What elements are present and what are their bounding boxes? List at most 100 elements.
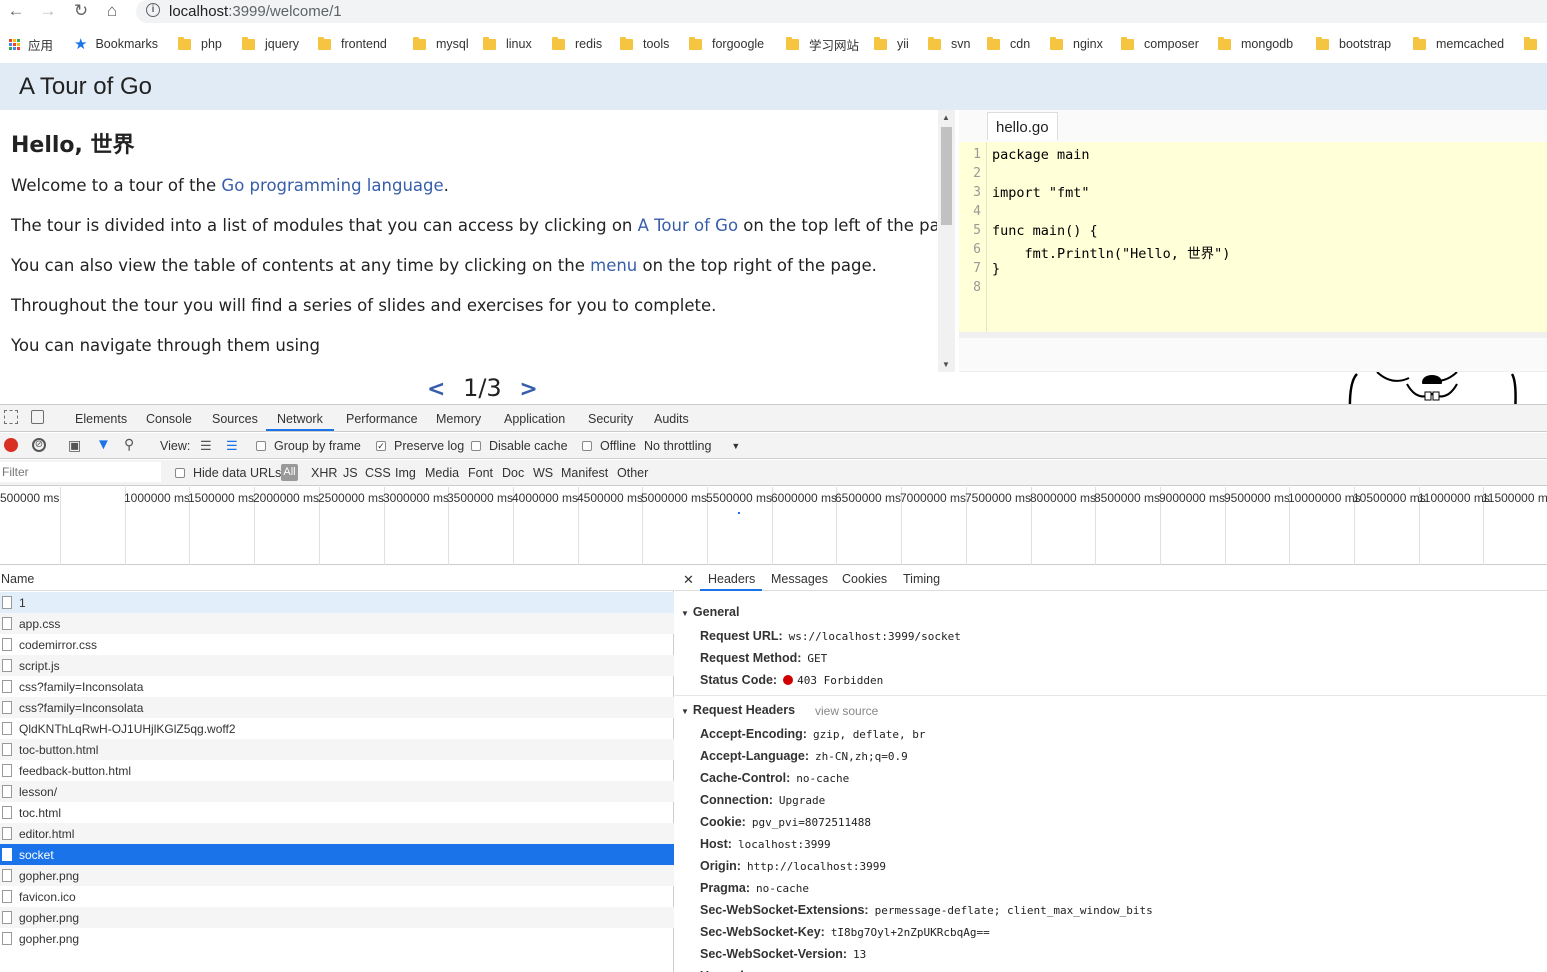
device-toolbar-icon[interactable] [31, 410, 44, 424]
network-overview-timeline[interactable]: 500000 ms 1000000 ms 1500000 ms 2000000 ms 2… [0, 487, 1547, 565]
tab-performance[interactable]: Performance [346, 412, 418, 426]
bookmark-item[interactable]: mysql [413, 35, 469, 53]
view-source-link[interactable]: view source [815, 704, 878, 718]
site-info-icon[interactable]: i [146, 3, 160, 17]
tab-network[interactable]: Network [277, 412, 323, 426]
hide-data-urls-checkbox[interactable]: Hide data URLs [175, 466, 281, 480]
request-row[interactable]: toc.html [0, 802, 674, 823]
bookmark-item[interactable]: svn [928, 35, 970, 53]
general-section-toggle[interactable]: ▼ General [681, 605, 739, 619]
request-row[interactable]: gopher.png [0, 865, 674, 886]
request-row[interactable]: QldKNThLqRwH-OJ1UHjlKGlZ5qg.woff2 [0, 718, 674, 739]
scroll-up-icon[interactable]: ▲ [942, 113, 950, 122]
request-row[interactable]: gopher.png [0, 907, 674, 928]
tab-security[interactable]: Security [588, 412, 633, 426]
request-row[interactable]: feedback-button.html [0, 760, 674, 781]
forward-icon[interactable]: → [37, 0, 59, 22]
filter-type-manifest[interactable]: Manifest [561, 466, 608, 480]
bookmark-item[interactable]: 学习网站 [786, 35, 859, 53]
request-headers-section-toggle[interactable]: ▼ Request Headers [681, 703, 795, 717]
menu-link[interactable]: menu [590, 256, 637, 275]
details-tab-messages[interactable]: Messages [771, 572, 828, 586]
reload-icon[interactable]: ↻ [70, 0, 92, 22]
bookmark-item[interactable]: memcached [1413, 35, 1504, 53]
home-icon[interactable]: ⌂ [101, 0, 123, 22]
filter-type-other[interactable]: Other [617, 466, 648, 480]
tab-console[interactable]: Console [146, 412, 192, 426]
request-row[interactable]: socket [0, 844, 674, 865]
bookmark-item[interactable]: frontend [318, 35, 387, 53]
record-icon[interactable] [4, 438, 18, 452]
filter-icon[interactable]: ▼ [96, 436, 111, 453]
bookmark-item[interactable]: yii [874, 35, 909, 53]
waterfall-view-icon[interactable]: ☰ [226, 438, 238, 454]
back-icon[interactable]: ← [5, 0, 27, 22]
details-tab-headers[interactable]: Headers [708, 572, 755, 586]
throttling-select[interactable]: No throttling ▼ [644, 439, 740, 453]
request-row[interactable]: 1 [0, 592, 674, 613]
file-tab[interactable]: hello.go [987, 112, 1058, 140]
request-row[interactable]: gopher.png [0, 928, 674, 949]
request-row[interactable]: lesson/ [0, 781, 674, 802]
filter-type-img[interactable]: Img [395, 466, 416, 480]
bookmark-item[interactable]: cdn [987, 35, 1030, 53]
next-slide-button[interactable]: > [519, 377, 537, 402]
filter-type-xhr[interactable]: XHR [311, 466, 337, 480]
scrollbar-thumb[interactable] [941, 127, 952, 225]
list-view-icon[interactable]: ☰ [200, 438, 212, 454]
filter-type-font[interactable]: Font [468, 466, 493, 480]
filter-type-ws[interactable]: WS [533, 466, 553, 480]
request-row[interactable]: css?family=Inconsolata [0, 697, 674, 718]
code-area[interactable]: 1 2 3 4 5 6 7 8 package main import "fmt" func ma… [959, 142, 1547, 332]
group-by-frame-checkbox[interactable]: Group by frame [256, 439, 361, 453]
request-row[interactable]: script.js [0, 655, 674, 676]
address-bar[interactable]: i localhost:3999/welcome/1 [136, 0, 1547, 23]
tab-memory[interactable]: Memory [436, 412, 481, 426]
request-row[interactable]: app.css [0, 613, 674, 634]
tab-sources[interactable]: Sources [212, 412, 258, 426]
tab-audits[interactable]: Audits [654, 412, 689, 426]
go-language-link[interactable]: Go programming language [221, 176, 443, 195]
details-tab-cookies[interactable]: Cookies [842, 572, 887, 586]
request-row[interactable]: favicon.ico [0, 886, 674, 907]
filter-type-doc[interactable]: Doc [502, 466, 524, 480]
bookmark-item[interactable]: mongodb [1218, 35, 1293, 53]
bookmark-item[interactable]: nginx [1050, 35, 1103, 53]
scroll-down-icon[interactable]: ▼ [942, 360, 950, 369]
content-scrollbar[interactable]: ▲ ▼ [938, 110, 955, 372]
screenshot-camera-icon[interactable]: ▣ [68, 437, 81, 454]
details-tab-timing[interactable]: Timing [903, 572, 940, 586]
request-row[interactable]: codemirror.css [0, 634, 674, 655]
tour-of-go-link[interactable]: A Tour of Go [638, 216, 738, 235]
prev-slide-button[interactable]: < [427, 377, 445, 402]
filter-type-media[interactable]: Media [425, 466, 459, 480]
search-icon[interactable]: ⚲ [124, 436, 134, 453]
clear-icon[interactable]: ⊘ [32, 438, 46, 452]
bookmark-item[interactable]: 应用 [9, 35, 53, 53]
bookmark-item[interactable]: linux [483, 35, 532, 53]
tab-elements[interactable]: Elements [75, 412, 127, 426]
bookmark-item[interactable]: composer [1121, 35, 1199, 53]
filter-type-all[interactable]: All [281, 464, 298, 481]
request-row[interactable]: editor.html [0, 823, 674, 844]
disable-cache-checkbox[interactable]: Disable cache [471, 439, 568, 453]
page-title[interactable]: A Tour of Go [19, 73, 152, 101]
offline-checkbox[interactable]: Offline [582, 439, 636, 453]
filter-type-css[interactable]: CSS [365, 466, 391, 480]
preserve-log-checkbox[interactable]: ✓ Preserve log [376, 439, 464, 453]
close-details-icon[interactable]: ✕ [683, 572, 694, 588]
bookmark-item[interactable]: forgoogle [689, 35, 764, 53]
filter-type-js[interactable]: JS [343, 466, 358, 480]
bookmark-item[interactable]: ★ Bookmarks [74, 35, 158, 53]
bookmark-item[interactable]: tools [620, 35, 669, 53]
bookmark-item[interactable]: jquery [242, 35, 299, 53]
tab-application[interactable]: Application [504, 412, 565, 426]
request-row[interactable]: toc-button.html [0, 739, 674, 760]
name-column-header[interactable]: Name [1, 572, 34, 586]
bookmark-item[interactable]: redis [552, 35, 602, 53]
filter-input[interactable] [0, 462, 161, 482]
inspect-element-icon[interactable] [4, 410, 18, 424]
request-row[interactable]: css?family=Inconsolata [0, 676, 674, 697]
bookmark-item[interactable]: bootstrap [1316, 35, 1391, 53]
bookmark-item[interactable]: php [178, 35, 222, 53]
